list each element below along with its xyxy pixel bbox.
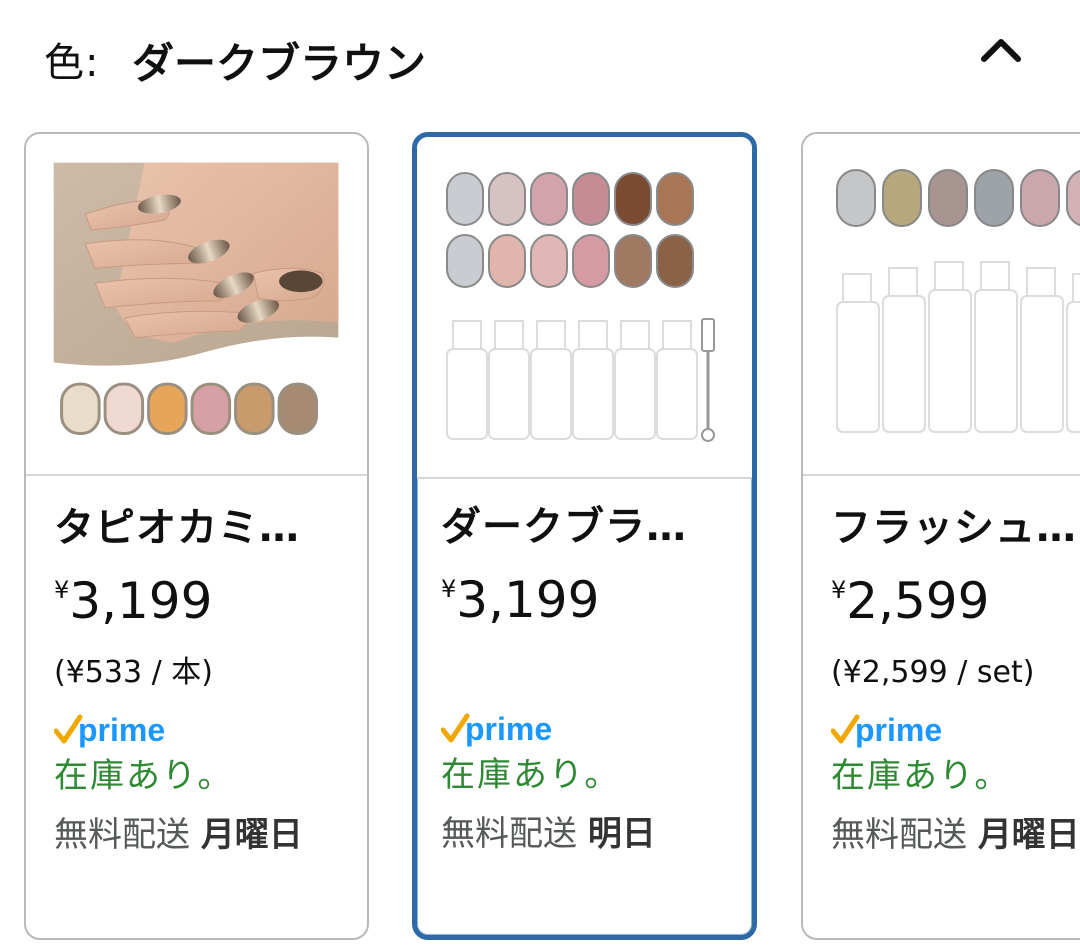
shipping-info: 無料配送 月曜日	[54, 805, 357, 865]
product-image	[803, 134, 1080, 476]
shipping-prefix: 無料配送	[54, 815, 190, 855]
prime-badge: prime	[53, 707, 357, 751]
prime-badge: prime	[440, 706, 742, 750]
price-amount: 3,199	[69, 572, 213, 630]
currency-symbol: ¥	[441, 575, 457, 603]
svg-text:prime: prime	[78, 712, 165, 748]
stock-status: 在庫あり。	[54, 756, 234, 796]
svg-text:prime: prime	[465, 711, 552, 747]
product-price: ¥2,599	[831, 560, 1080, 643]
price-amount: 2,599	[846, 572, 990, 630]
price-amount: 3,199	[456, 571, 600, 629]
product-price: ¥3,199	[54, 560, 357, 643]
delivery-day: 月曜日	[977, 815, 1080, 855]
currency-symbol: ¥	[54, 576, 70, 604]
product-name: フラッシュ…	[831, 505, 1077, 551]
product-name: ダークブラ…	[441, 504, 687, 550]
selected-color-value: ダークブラウン	[132, 39, 427, 88]
product-image	[417, 137, 752, 479]
product-name: タピオカミ…	[54, 505, 300, 551]
delivery-day: 月曜日	[200, 815, 303, 855]
unit-price: (¥2,599 / set)	[831, 655, 1035, 690]
color-option-card[interactable]: フラッシュ… ¥2,599 (¥2,599 / set) prime 在庫あり。…	[801, 132, 1080, 940]
color-option-card-selected[interactable]: ダークブラ… ¥3,199 prime 在庫あり。 無料配送 明日	[412, 132, 757, 940]
prime-badge: prime	[830, 707, 1080, 751]
chevron-up-icon[interactable]	[976, 26, 1026, 76]
stock-status: 在庫あり。	[831, 756, 1011, 796]
stock-status: 在庫あり。	[441, 755, 621, 795]
unit-price	[441, 648, 742, 696]
color-options-carousel[interactable]: タピオカミ… ¥3,199 (¥533 / 本) prime 在庫あり。 無料配…	[0, 120, 1080, 949]
currency-symbol: ¥	[831, 576, 847, 604]
shipping-info: 無料配送 明日	[441, 804, 742, 864]
color-label: 色:	[44, 40, 100, 86]
unit-price: (¥533 / 本)	[54, 655, 213, 690]
color-selector-header[interactable]: 色: ダークブラウン	[0, 0, 1080, 120]
svg-text:prime: prime	[855, 712, 942, 748]
delivery-day: 明日	[587, 814, 656, 854]
shipping-prefix: 無料配送	[831, 815, 967, 855]
product-image	[26, 134, 367, 476]
shipping-info: 無料配送 月曜日	[831, 805, 1080, 865]
shipping-prefix: 無料配送	[441, 814, 577, 854]
color-option-card[interactable]: タピオカミ… ¥3,199 (¥533 / 本) prime 在庫あり。 無料配…	[24, 132, 369, 940]
product-price: ¥3,199	[441, 559, 742, 642]
